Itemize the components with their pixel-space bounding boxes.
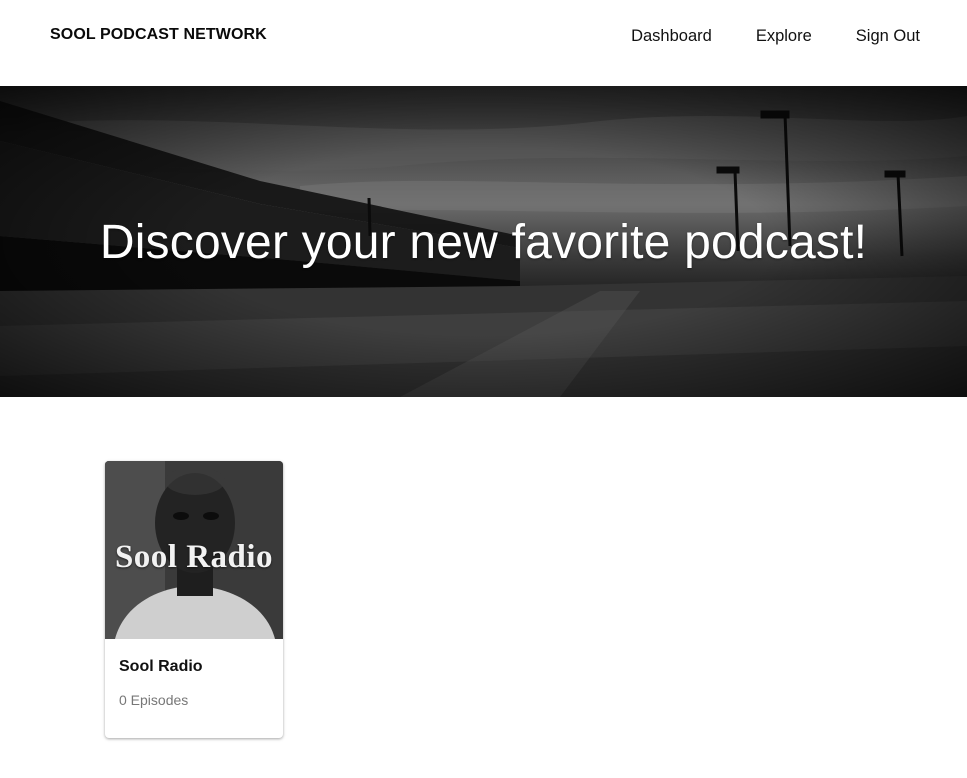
podcast-title[interactable]: Sool Radio — [119, 658, 203, 676]
podcast-cover-title: Sool Radio — [114, 539, 274, 575]
nav-link-sign-out[interactable]: Sign Out — [856, 26, 920, 46]
hero-title: Discover your new favorite podcast! — [99, 216, 868, 269]
brand-logo-text[interactable]: SOOL PODCAST NETWORK — [50, 26, 267, 44]
podcast-episode-count: 0 Episodes — [119, 692, 189, 708]
top-navbar: SOOL PODCAST NETWORK Dashboard Explore S… — [0, 0, 967, 86]
nav-link-dashboard[interactable]: Dashboard — [631, 26, 712, 46]
podcast-cover-image[interactable]: Sool Radio — [105, 461, 283, 639]
nav-link-explore[interactable]: Explore — [756, 26, 812, 46]
hero-banner: Discover your new favorite podcast! — [0, 86, 967, 397]
main-nav: Dashboard Explore Sign Out — [587, 26, 920, 46]
podcast-card[interactable]: Sool Radio Sool Radio 0 Episodes — [105, 461, 283, 738]
